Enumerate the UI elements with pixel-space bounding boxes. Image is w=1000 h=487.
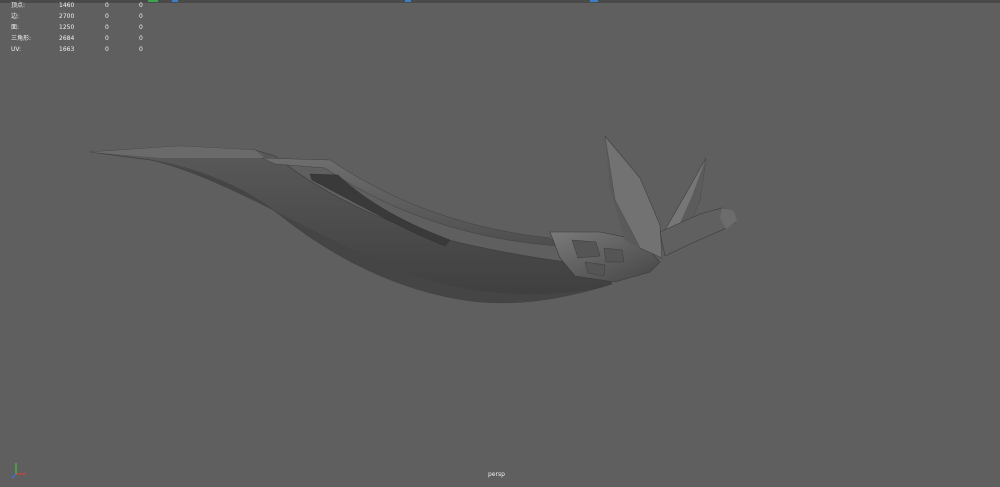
blade-body xyxy=(89,145,613,304)
blade-top-bevel xyxy=(90,146,265,158)
sword-3d-model[interactable] xyxy=(0,0,1000,487)
camera-name-label: persp xyxy=(488,471,505,478)
maya-perspective-viewport[interactable]: 顶点: 1460 0 0 边: 2700 0 0 面: 1250 0 0 三角形… xyxy=(0,0,1000,487)
xyz-axis-icon xyxy=(11,463,26,479)
